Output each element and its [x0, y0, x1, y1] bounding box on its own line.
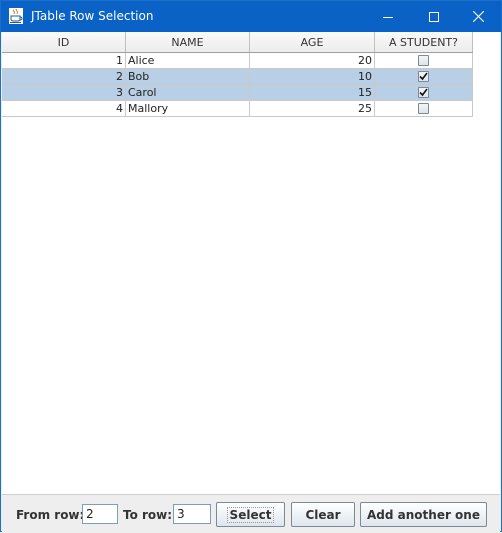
table-row[interactable]: 3 Carol 15 [2, 85, 473, 101]
student-checkbox[interactable] [418, 87, 429, 98]
checkmark-icon [419, 72, 428, 81]
clear-button[interactable]: Clear [291, 502, 355, 527]
maximize-icon [429, 11, 439, 22]
checkmark-icon [419, 88, 428, 97]
cell-student[interactable] [375, 53, 473, 68]
student-checkbox[interactable] [418, 103, 429, 114]
minimize-button[interactable] [365, 1, 411, 32]
student-checkbox[interactable] [418, 71, 429, 82]
cell-age[interactable]: 15 [250, 85, 375, 100]
cell-id[interactable]: 3 [2, 85, 126, 100]
cell-name[interactable]: Bob [126, 69, 250, 84]
clear-button-label: Clear [305, 507, 341, 522]
cell-age[interactable]: 20 [250, 53, 375, 68]
add-another-button-label: Add another one [367, 507, 480, 522]
maximize-button[interactable] [411, 1, 457, 32]
cell-student[interactable] [375, 85, 473, 100]
table-header: ID NAME AGE A STUDENT? [2, 32, 473, 53]
table-body: 1 Alice 20 2 Bob 10 3 Carol 15 4 Mallory 25 [2, 53, 473, 117]
from-row-input[interactable] [82, 504, 118, 524]
cell-age[interactable]: 25 [250, 101, 375, 116]
column-header-name[interactable]: NAME [126, 32, 250, 52]
control-panel: From row: To row: Select Clear Add anoth… [2, 494, 500, 533]
cell-id[interactable]: 1 [2, 53, 126, 68]
cell-id[interactable]: 4 [2, 101, 126, 116]
minimize-icon [383, 16, 393, 18]
cell-age[interactable]: 10 [250, 69, 375, 84]
table-row[interactable]: 1 Alice 20 [2, 53, 473, 69]
cell-name[interactable]: Carol [126, 85, 250, 100]
cell-name[interactable]: Mallory [126, 101, 250, 116]
cell-student[interactable] [375, 69, 473, 84]
window-title: JTable Row Selection [31, 9, 154, 23]
close-button[interactable] [455, 1, 501, 32]
close-icon [472, 11, 484, 22]
to-row-input[interactable] [173, 504, 211, 524]
table-scroll-pane[interactable]: ID NAME AGE A STUDENT? 1 Alice 20 2 Bob 10 3 Ca… [2, 32, 500, 494]
column-header-id[interactable]: ID [2, 32, 126, 52]
select-button[interactable]: Select [216, 502, 285, 527]
cell-id[interactable]: 2 [2, 69, 126, 84]
column-header-age[interactable]: AGE [250, 32, 375, 52]
title-bar[interactable]: JTable Row Selection [1, 1, 501, 32]
table-row[interactable]: 4 Mallory 25 [2, 101, 473, 117]
cell-name[interactable]: Alice [126, 53, 250, 68]
cell-student[interactable] [375, 101, 473, 116]
from-row-label: From row: [16, 508, 85, 522]
column-header-student[interactable]: A STUDENT? [375, 32, 473, 52]
app-window: JTable Row Selection ID NAME AGE A STUDE… [0, 0, 502, 533]
to-row-label: To row: [123, 508, 173, 522]
select-button-label: Select [226, 506, 275, 523]
add-another-button[interactable]: Add another one [360, 502, 487, 527]
student-checkbox[interactable] [418, 55, 429, 66]
table-row[interactable]: 2 Bob 10 [2, 69, 473, 85]
java-cup-icon [9, 8, 23, 24]
